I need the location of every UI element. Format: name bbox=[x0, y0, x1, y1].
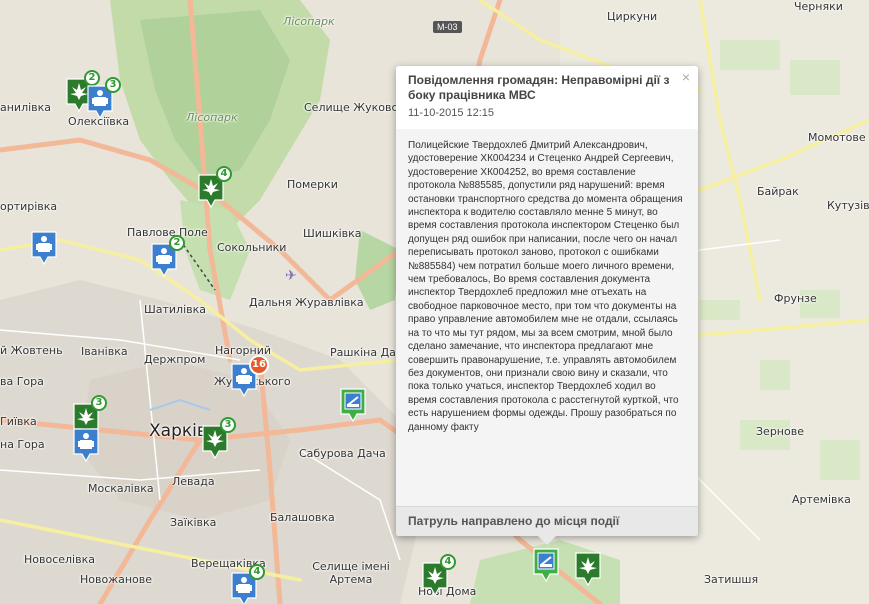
place-label: Затишшя bbox=[704, 573, 759, 586]
place-label: Шатилівка bbox=[144, 303, 207, 316]
place-label: ва Гора bbox=[0, 375, 44, 388]
place-label: й Жовтень bbox=[0, 344, 63, 357]
place-label: Шишківка bbox=[303, 227, 362, 240]
svg-text:✈: ✈ bbox=[285, 268, 297, 284]
cannabis-marker[interactable]: 4 bbox=[198, 166, 232, 208]
police-marker[interactable]: 16 bbox=[231, 355, 269, 397]
popup-description: Полицейские Твердохлеб Дмитрий Александр… bbox=[408, 140, 683, 433]
cluster-count-badge: 4 bbox=[216, 166, 232, 182]
cluster-count-badge: 3 bbox=[91, 395, 107, 411]
place-label: Циркуни bbox=[607, 10, 658, 23]
place-label: Заїківка bbox=[170, 516, 217, 529]
place-label: Лісопарк bbox=[186, 111, 238, 124]
police-marker[interactable] bbox=[31, 231, 57, 265]
popup-status: Патруль направлено до місця події bbox=[396, 506, 698, 536]
place-label: Іванівка bbox=[81, 345, 128, 358]
close-icon[interactable]: × bbox=[682, 69, 690, 85]
place-label: Артемівка bbox=[792, 493, 851, 506]
place-label-city: Харків bbox=[149, 421, 207, 441]
place-label: Левада bbox=[172, 475, 215, 488]
place-label: Байрак bbox=[757, 185, 799, 198]
place-label: Сабурова Дача bbox=[299, 447, 386, 460]
incident-popup[interactable]: Повідомлення громадян: Неправомірні дії … bbox=[396, 66, 698, 536]
cluster-count-badge: 3 bbox=[220, 417, 236, 433]
place-label: Сокольники bbox=[217, 241, 287, 254]
popup-date: 11-10-2015 12:15 bbox=[408, 107, 495, 119]
patrol-marker[interactable] bbox=[533, 548, 559, 582]
cluster-count-badge: 4 bbox=[440, 554, 456, 570]
cannabis-marker[interactable]: 3 bbox=[202, 417, 236, 459]
place-label: Новожанове bbox=[80, 573, 153, 586]
place-label: Павлове Поле bbox=[127, 226, 208, 239]
popup-body: Полицейские Твердохлеб Дмитрий Александр… bbox=[396, 129, 698, 536]
place-label: ортирівка bbox=[0, 200, 58, 213]
popup-title: Повідомлення громадян: Неправомірні дії … bbox=[408, 73, 670, 102]
place-label: Москалівка bbox=[88, 482, 154, 495]
place-label: Померки bbox=[287, 178, 338, 191]
map-canvas[interactable]: ✈ Черняки Циркуни Лісопарк Лісопарк Сели… bbox=[0, 0, 869, 604]
place-label: Черняки bbox=[794, 0, 843, 13]
patrol-marker[interactable] bbox=[340, 388, 366, 422]
place-label: Гиївка bbox=[0, 415, 37, 428]
place-label: Момотове bbox=[808, 131, 866, 144]
place-label: Балашовка bbox=[270, 511, 335, 524]
cluster-count-badge: 16 bbox=[249, 355, 269, 375]
place-label: Новоселівка bbox=[24, 553, 95, 566]
popup-header: Повідомлення громадян: Неправомірні дії … bbox=[396, 66, 698, 125]
cannabis-marker[interactable] bbox=[575, 552, 601, 586]
place-label: Фрунзе bbox=[774, 292, 817, 305]
place-label: Лісопарк bbox=[283, 15, 335, 28]
police-marker[interactable] bbox=[73, 428, 99, 462]
cluster-count-badge: 2 bbox=[169, 235, 185, 251]
place-label: Дальня Журавлівка bbox=[249, 296, 364, 309]
place-label: на Гора bbox=[0, 438, 45, 451]
place-label: анилівка bbox=[0, 101, 52, 114]
place-label: Кутузів bbox=[827, 199, 869, 212]
cluster-count-badge: 3 bbox=[105, 77, 121, 93]
cluster-count-badge: 2 bbox=[84, 70, 100, 86]
place-label: Держпром bbox=[144, 353, 206, 366]
place-label: Зернове bbox=[756, 425, 804, 438]
cluster-count-badge: 4 bbox=[249, 564, 265, 580]
place-label: Селище імені Артема bbox=[312, 560, 390, 586]
road-shield: М-03 bbox=[433, 21, 462, 33]
police-marker[interactable]: 4 bbox=[231, 564, 265, 604]
popup-tip bbox=[537, 535, 557, 545]
cannabis-marker[interactable]: 4 bbox=[422, 554, 456, 596]
police-marker[interactable]: 3 bbox=[87, 77, 121, 119]
police-marker[interactable]: 2 bbox=[151, 235, 185, 277]
